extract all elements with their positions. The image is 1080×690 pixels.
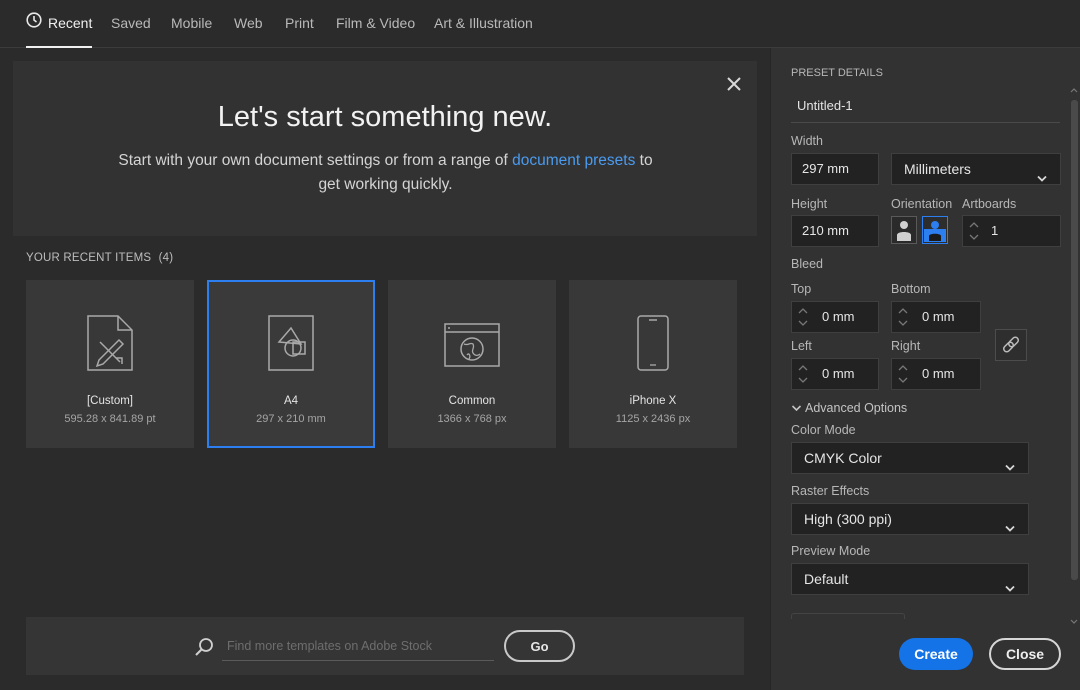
recent-item-custom[interactable]: [Custom] 595.28 x 841.89 pt (26, 280, 194, 448)
panel-scrollbar-thumb[interactable] (1071, 100, 1078, 580)
go-button[interactable]: Go (504, 630, 575, 662)
tab-mobile[interactable]: Mobile (171, 0, 212, 48)
orientation-portrait-button[interactable] (891, 216, 917, 244)
units-select[interactable]: Millimeters (891, 153, 1061, 185)
tab-film-video[interactable]: Film & Video (336, 0, 415, 48)
preset-name-field[interactable]: Untitled-1 (791, 93, 1060, 123)
close-button[interactable]: Close (989, 638, 1061, 670)
bleed-top-value: 0 mm (822, 309, 855, 324)
raster-effects-label: Raster Effects (791, 484, 870, 498)
chevron-down-icon (1004, 453, 1016, 483)
bleed-bottom-value: 0 mm (922, 309, 955, 324)
recent-item-name: iPhone X (629, 395, 677, 407)
recent-item-dimensions: 1366 x 768 px (437, 413, 507, 425)
orientation-landscape-button[interactable] (922, 216, 948, 244)
stepper-arrows-icon[interactable] (895, 304, 911, 330)
landscape-icon (924, 221, 946, 242)
recent-items-count: (4) (158, 252, 174, 264)
recent-item-iphone-x[interactable]: iPhone X 1125 x 2436 px (569, 280, 737, 448)
bleed-right-stepper[interactable]: 0 mm (891, 358, 981, 390)
recent-item-dimensions: 1125 x 2436 px (615, 413, 691, 425)
stepper-arrows-icon[interactable] (966, 218, 982, 244)
template-search-input[interactable] (222, 631, 494, 661)
preview-mode-label: Preview Mode (791, 544, 871, 558)
color-mode-label: Color Mode (791, 423, 856, 437)
tab-web[interactable]: Web (234, 0, 263, 48)
recent-item-dimensions: 297 x 210 mm (256, 413, 326, 425)
preset-tab-bar: Recent Saved Mobile Web Print Film & Vid… (0, 0, 1080, 48)
recent-item-dimensions: 595.28 x 841.89 pt (64, 413, 156, 425)
recent-item-name: [Custom] (86, 395, 133, 407)
width-label: Width (791, 134, 823, 148)
bleed-right-value: 0 mm (922, 366, 955, 381)
preview-mode-select[interactable]: Default (791, 563, 1029, 595)
document-presets-link[interactable]: document presets (512, 152, 635, 169)
units-select-value: Millimeters (904, 161, 971, 177)
print-document-icon (209, 314, 373, 372)
bleed-bottom-label: Bottom (891, 282, 931, 296)
recent-items-heading: YOUR RECENT ITEMS (4) (26, 252, 173, 264)
more-settings-button-partial[interactable] (791, 613, 905, 619)
tab-print[interactable]: Print (285, 0, 314, 48)
custom-document-icon (26, 314, 194, 372)
chevron-down-icon (1036, 164, 1048, 194)
advanced-options-toggle[interactable]: Advanced Options (791, 401, 907, 415)
chevron-down-icon (791, 405, 802, 412)
recent-item-name: Common (448, 395, 496, 407)
chevron-down-icon (1004, 574, 1016, 604)
color-mode-select[interactable]: CMYK Color (791, 442, 1029, 474)
height-label: Height (791, 197, 828, 211)
bleed-top-label: Top (791, 282, 812, 296)
tab-saved[interactable]: Saved (111, 0, 151, 48)
advanced-options-label: Advanced Options (805, 401, 908, 415)
welcome-banner: Let's start something new. Start with yo… (13, 61, 757, 236)
bleed-right-label: Right (891, 339, 921, 353)
artboards-stepper[interactable]: 1 (962, 215, 1061, 247)
raster-effects-value: High (300 ppi) (804, 511, 892, 527)
web-document-icon (388, 314, 556, 370)
artboards-label: Artboards (962, 197, 1017, 211)
search-icon (194, 637, 214, 660)
bleed-bottom-stepper[interactable]: 0 mm (891, 301, 981, 333)
tab-recent[interactable]: Recent (26, 0, 93, 48)
create-button[interactable]: Create (899, 638, 973, 670)
recent-item-name: A4 (283, 395, 299, 407)
phone-document-icon (569, 314, 737, 372)
width-field[interactable]: 297 mm (791, 153, 879, 185)
recent-item-common[interactable]: Common 1366 x 768 px (388, 280, 556, 448)
bleed-left-value: 0 mm (822, 366, 855, 381)
tab-art-illustration[interactable]: Art & Illustration (434, 0, 533, 48)
recent-items-heading-label: YOUR RECENT ITEMS (26, 252, 152, 264)
bleed-left-label: Left (791, 339, 812, 353)
portrait-icon (897, 221, 911, 241)
link-icon (1002, 336, 1020, 353)
orientation-label: Orientation (891, 197, 953, 211)
stepper-arrows-icon[interactable] (795, 304, 811, 330)
preset-details-heading: PRESET DETAILS (791, 67, 883, 79)
bleed-top-stepper[interactable]: 0 mm (791, 301, 879, 333)
bleed-left-stepper[interactable]: 0 mm (791, 358, 879, 390)
stepper-arrows-icon[interactable] (895, 361, 911, 387)
preview-mode-value: Default (804, 571, 849, 587)
stepper-arrows-icon[interactable] (795, 361, 811, 387)
artboards-value: 1 (991, 223, 999, 238)
close-banner-icon[interactable] (723, 73, 745, 95)
raster-effects-select[interactable]: High (300 ppi) (791, 503, 1029, 535)
clock-icon (26, 0, 42, 46)
height-field[interactable]: 210 mm (791, 215, 879, 247)
link-bleed-button[interactable] (995, 329, 1027, 361)
color-mode-value: CMYK Color (804, 450, 882, 466)
recent-item-a4[interactable]: A4 297 x 210 mm (207, 280, 375, 448)
bleed-label: Bleed (791, 257, 823, 271)
welcome-subtitle-text: Start with your own document settings or… (118, 152, 513, 169)
chevron-down-icon (1004, 514, 1016, 544)
preset-details-panel: PRESET DETAILS Untitled-1 Width 297 mm M… (770, 48, 1080, 690)
welcome-title: Let's start something new. (217, 101, 553, 133)
tab-recent-label: Recent (48, 15, 93, 31)
welcome-subtitle: Start with your own document settings or… (108, 149, 663, 197)
adobe-stock-search: Go (26, 617, 744, 675)
